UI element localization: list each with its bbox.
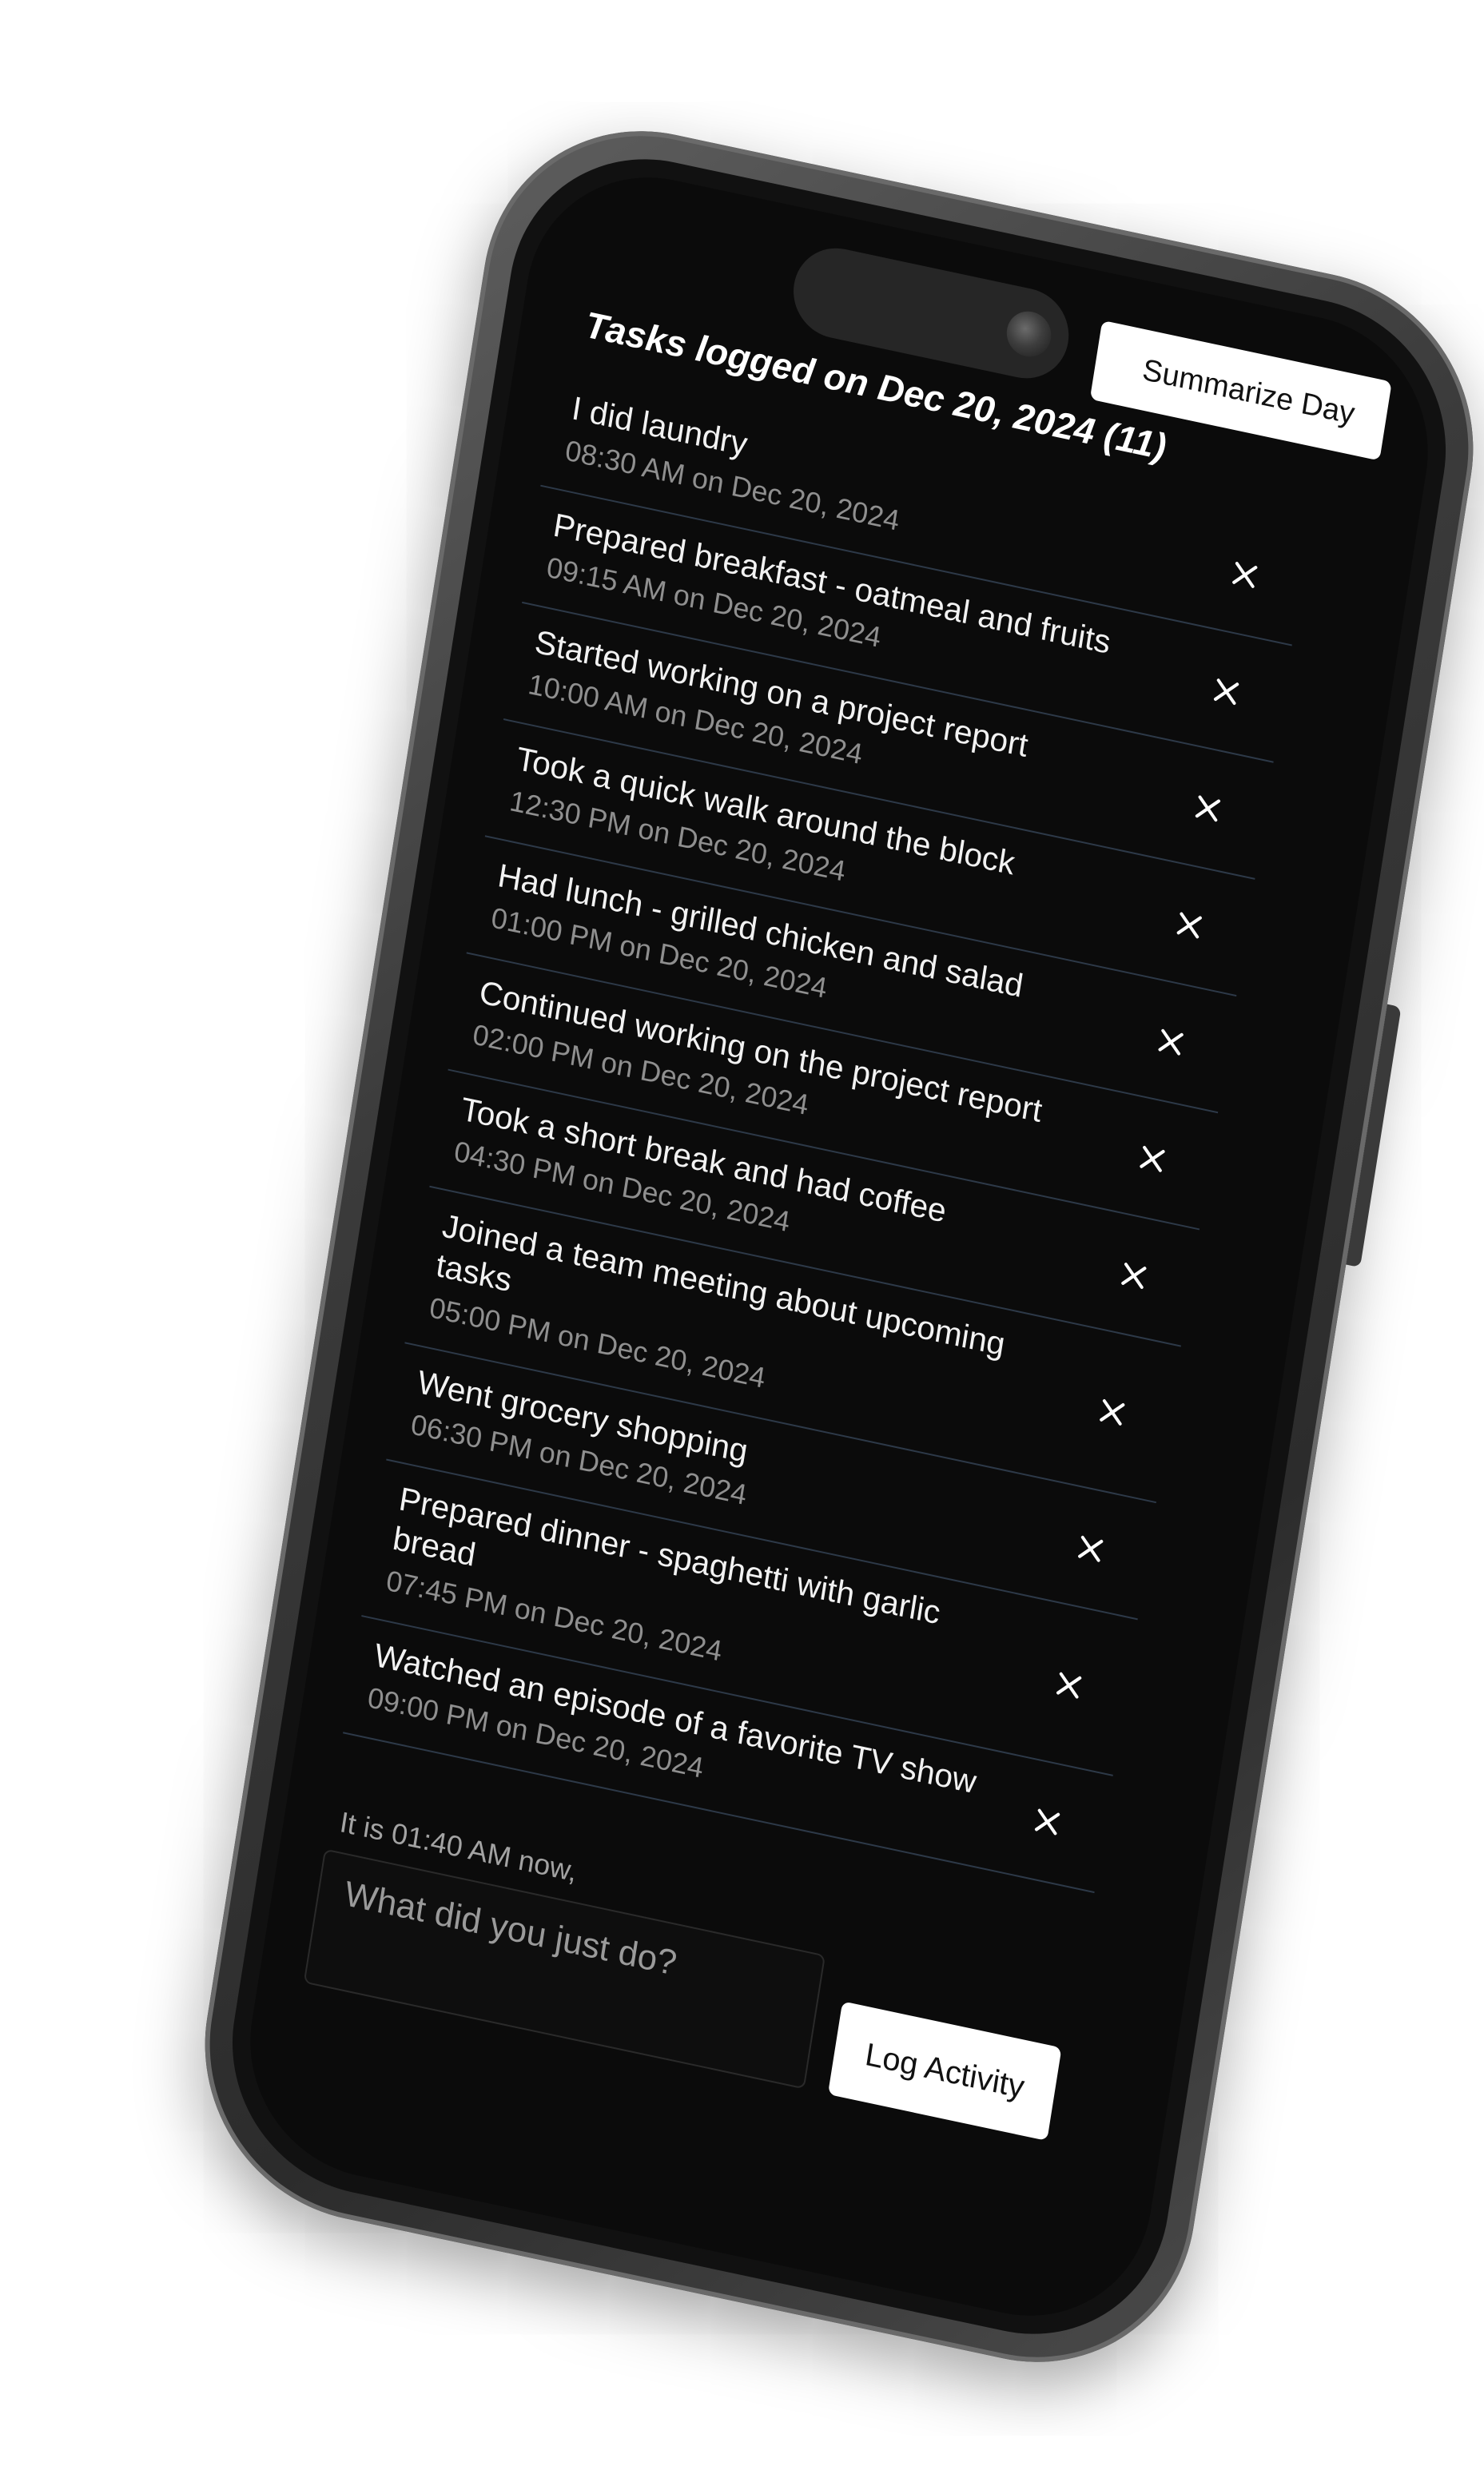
delete-task-button[interactable] <box>1018 1792 1076 1853</box>
task-list: I did laundry 08:30 AM on Dec 20, 2024 P… <box>343 369 1311 1894</box>
log-activity-button[interactable]: Log Activity <box>827 2001 1062 2142</box>
delete-task-button[interactable] <box>1179 778 1237 840</box>
close-icon <box>1213 678 1239 706</box>
delete-task-button[interactable] <box>1142 1012 1200 1073</box>
delete-task-button[interactable] <box>1197 661 1255 722</box>
delete-task-button[interactable] <box>1104 1245 1163 1307</box>
side-button <box>1346 1004 1402 1268</box>
close-icon <box>1078 1535 1104 1562</box>
close-icon <box>1158 1028 1184 1056</box>
phone-bezel: Summarize Day Tasks logged on Dec 20, 20… <box>212 132 1466 2361</box>
delete-task-button[interactable] <box>1083 1382 1141 1443</box>
camera-icon <box>1003 307 1055 361</box>
app-screen: Summarize Day Tasks logged on Dec 20, 20… <box>232 153 1446 2340</box>
close-icon <box>1195 795 1221 822</box>
close-icon <box>1140 1145 1165 1172</box>
delete-task-button[interactable] <box>1215 544 1274 606</box>
delete-task-button[interactable] <box>1160 895 1219 957</box>
device-mockup: Summarize Day Tasks logged on Dec 20, 20… <box>0 0 1484 2474</box>
delete-task-button[interactable] <box>1061 1518 1120 1580</box>
close-icon <box>1056 1672 1082 1699</box>
close-icon <box>1121 1263 1147 1289</box>
close-icon <box>1100 1399 1125 1426</box>
delete-task-button[interactable] <box>1124 1128 1182 1190</box>
close-icon <box>1232 562 1258 588</box>
phone-frame: Summarize Day Tasks logged on Dec 20, 20… <box>181 100 1484 2393</box>
close-icon <box>1176 912 1202 939</box>
delete-task-button[interactable] <box>1040 1655 1098 1716</box>
close-icon <box>1034 1808 1060 1836</box>
